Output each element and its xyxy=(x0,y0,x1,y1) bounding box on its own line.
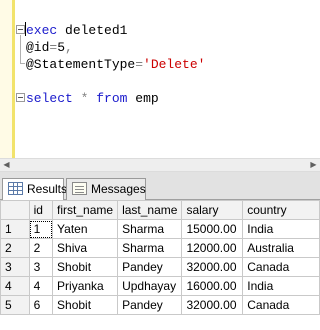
table-cell[interactable]: Australia xyxy=(242,238,320,258)
table-cell[interactable]: Shiva xyxy=(52,238,119,258)
table-cell[interactable]: 6 xyxy=(28,295,54,315)
results-grid-icon xyxy=(8,182,23,195)
row-number[interactable]: 3 xyxy=(0,257,30,277)
table-cell[interactable]: Shobit xyxy=(52,257,119,277)
table-cell[interactable]: Updhayay xyxy=(117,276,183,296)
table-cell[interactable]: 1 xyxy=(28,219,54,239)
code-line[interactable] xyxy=(26,73,205,90)
table-cell[interactable]: India xyxy=(242,219,320,239)
table-cell[interactable]: Shobit xyxy=(52,295,119,315)
sql-keyword: select xyxy=(26,91,73,106)
table-row[interactable]: 3 3 Shobit Pandey 32000.00 Canada xyxy=(0,257,320,277)
tab-results-label: Results xyxy=(27,182,68,196)
table-cell[interactable]: Sharma xyxy=(117,238,183,258)
table-row[interactable]: 5 6 Shobit Pandey 32000.00 Canada xyxy=(0,295,320,315)
sql-keyword: from xyxy=(96,91,128,106)
collapse-region-icon[interactable] xyxy=(16,93,25,102)
grid-corner[interactable] xyxy=(0,200,30,220)
column-header-id[interactable]: id xyxy=(28,200,54,220)
column-header-last-name[interactable]: last_name xyxy=(117,200,183,220)
sql-keyword: exec xyxy=(26,23,58,38)
table-cell[interactable]: Sharma xyxy=(117,219,183,239)
table-cell[interactable]: Pandey xyxy=(117,257,183,277)
code-line[interactable]: @StatementType='Delete' xyxy=(26,56,205,73)
editor-horizontal-scrollbar[interactable]: ◀ ▶ xyxy=(0,158,320,172)
sql-token: = xyxy=(135,57,144,72)
code-line[interactable]: @id=5, xyxy=(26,39,205,56)
table-row[interactable]: 1 1 Yaten Sharma 15000.00 India xyxy=(0,219,320,239)
table-cell[interactable]: 3 xyxy=(28,257,54,277)
table-cell[interactable]: Yaten xyxy=(52,219,119,239)
column-header-first-name[interactable]: first_name xyxy=(52,200,119,220)
table-cell[interactable]: 12000.00 xyxy=(181,238,244,258)
results-table[interactable]: id first_name last_name salary country 1 1 Yat… xyxy=(0,200,320,315)
table-cell[interactable]: 15000.00 xyxy=(181,219,244,239)
messages-icon xyxy=(72,182,87,195)
code-line[interactable]: exec deleted1 xyxy=(25,22,205,39)
editor-selection-margin xyxy=(0,0,12,158)
sql-token: emp xyxy=(127,91,159,106)
table-cell[interactable]: Canada xyxy=(242,295,320,315)
row-number[interactable]: 2 xyxy=(0,238,30,258)
table-cell[interactable]: India xyxy=(242,276,320,296)
row-number[interactable]: 1 xyxy=(0,219,30,239)
sql-code[interactable]: exec deleted1 @id=5, @StatementType='Delet… xyxy=(25,22,205,107)
tab-results[interactable]: Results xyxy=(2,178,68,201)
sql-token: deleted1 xyxy=(57,23,128,38)
table-cell[interactable]: 32000.00 xyxy=(181,257,244,277)
row-number[interactable]: 4 xyxy=(0,276,30,296)
header-row: id first_name last_name salary country xyxy=(0,200,320,220)
table-cell[interactable]: 16000.00 xyxy=(181,276,244,296)
table-cell[interactable]: 4 xyxy=(28,276,54,296)
sql-token: 5 xyxy=(57,40,66,55)
sql-string: 'Delete' xyxy=(143,57,206,72)
table-cell[interactable]: Canada xyxy=(242,257,320,277)
sql-token: @StatementType xyxy=(26,57,136,72)
outline-line xyxy=(20,35,21,63)
tab-messages-label: Messages xyxy=(91,182,146,196)
table-cell[interactable]: 32000.00 xyxy=(181,295,244,315)
table-cell[interactable]: 2 xyxy=(28,238,54,258)
scroll-right-icon[interactable]: ▶ xyxy=(307,159,320,171)
results-tab-bar: Results Messages xyxy=(0,172,320,201)
column-header-salary[interactable]: salary xyxy=(181,200,244,220)
scroll-left-icon[interactable]: ◀ xyxy=(0,159,13,171)
row-number[interactable]: 5 xyxy=(0,295,30,315)
code-line[interactable]: select * from emp xyxy=(26,90,205,107)
table-cell[interactable]: Pandey xyxy=(117,295,183,315)
table-cell[interactable]: Priyanka xyxy=(52,276,119,296)
collapse-region-icon[interactable] xyxy=(16,25,25,34)
editor-change-indicator xyxy=(12,0,15,158)
results-grid[interactable]: id first_name last_name salary country 1 1 Yat… xyxy=(0,200,320,330)
tab-messages[interactable]: Messages xyxy=(66,178,146,200)
table-row[interactable]: 2 2 Shiva Sharma 12000.00 Australia xyxy=(0,238,320,258)
outline-line-end xyxy=(20,63,25,64)
sql-token: @id xyxy=(26,40,50,55)
sql-token: , xyxy=(65,40,73,55)
query-editor[interactable]: exec deleted1 @id=5, @StatementType='Delet… xyxy=(0,0,320,158)
table-row[interactable]: 4 4 Priyanka Updhayay 16000.00 India xyxy=(0,276,320,296)
column-header-country[interactable]: country xyxy=(242,200,320,220)
